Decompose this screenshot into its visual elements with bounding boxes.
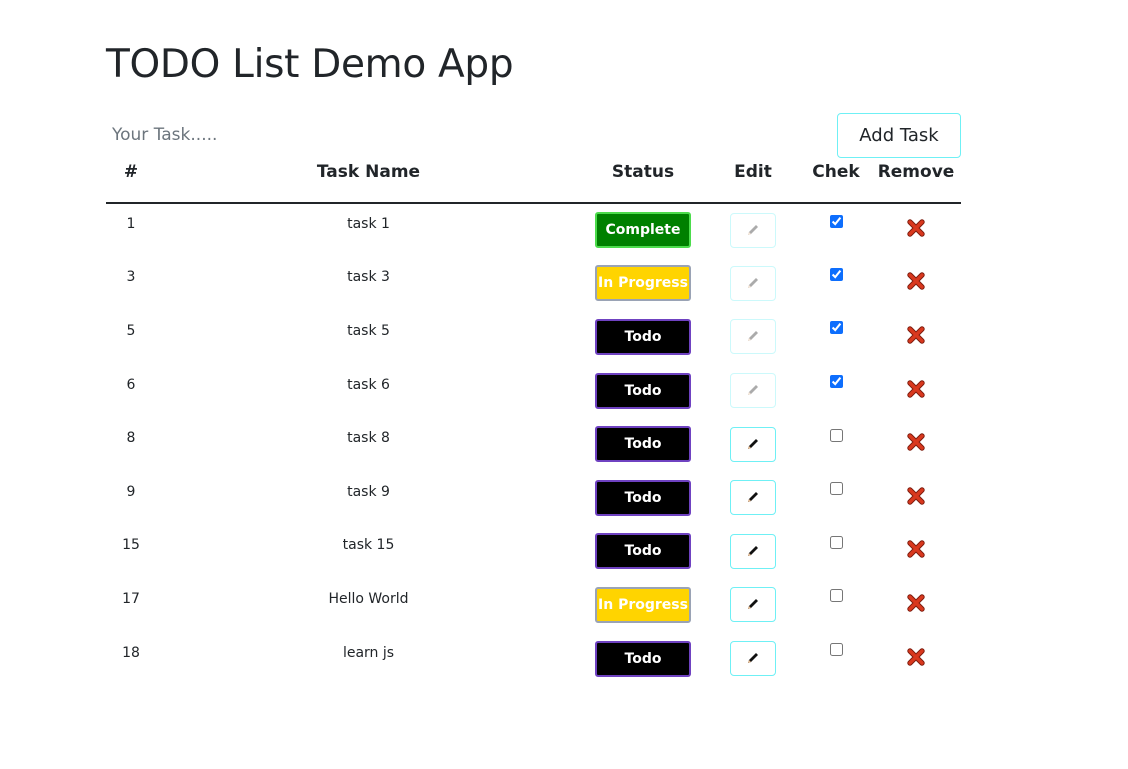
edit-button[interactable] bbox=[730, 265, 776, 301]
task-number: 3 bbox=[126, 269, 136, 286]
task-name: task 1 bbox=[347, 216, 390, 233]
pencil-icon bbox=[746, 543, 760, 559]
close-icon[interactable] bbox=[907, 487, 925, 505]
status-button[interactable]: Todo bbox=[595, 479, 691, 516]
pencil-icon bbox=[746, 436, 760, 452]
column-header-check: Chek bbox=[801, 150, 871, 204]
task-number: 8 bbox=[126, 430, 136, 447]
close-icon[interactable] bbox=[907, 647, 925, 666]
table-row: 3 task 3 In Progress bbox=[106, 257, 961, 311]
table-header-row: # Task Name Status Edit Chek Remove bbox=[106, 150, 961, 204]
pencil-icon bbox=[746, 489, 760, 505]
task-number: 1 bbox=[126, 216, 136, 233]
task-input[interactable] bbox=[106, 119, 526, 151]
task-list: 1 task 1 Complete 3 task 3 In Progress 5 task 5… bbox=[106, 203, 961, 685]
task-checkbox[interactable] bbox=[829, 589, 843, 603]
pencil-icon bbox=[746, 328, 760, 344]
table-row: 18 learn js Todo bbox=[106, 632, 961, 686]
edit-button[interactable] bbox=[730, 533, 776, 569]
edit-button[interactable] bbox=[730, 426, 776, 462]
page-title: TODO List Demo App bbox=[106, 42, 514, 87]
task-name: learn js bbox=[342, 644, 395, 661]
pencil-icon bbox=[746, 650, 760, 666]
status-button[interactable]: Todo bbox=[595, 640, 691, 677]
edit-button[interactable] bbox=[730, 641, 776, 677]
task-checkbox[interactable] bbox=[829, 375, 843, 389]
status-button[interactable]: In Progress bbox=[595, 586, 691, 623]
pencil-icon bbox=[746, 596, 760, 612]
column-header-task-name: Task Name bbox=[156, 150, 581, 204]
close-icon[interactable] bbox=[907, 326, 925, 344]
close-icon[interactable] bbox=[907, 219, 925, 237]
task-name: task 9 bbox=[347, 483, 390, 500]
task-checkbox[interactable] bbox=[829, 214, 843, 228]
task-checkbox[interactable] bbox=[829, 267, 843, 281]
status-button[interactable]: In Progress bbox=[595, 265, 691, 302]
pencil-icon bbox=[746, 222, 760, 238]
close-icon[interactable] bbox=[907, 540, 925, 559]
edit-button[interactable] bbox=[730, 587, 776, 623]
status-button[interactable]: Todo bbox=[595, 318, 691, 355]
column-header-remove: Remove bbox=[871, 150, 961, 204]
table-row: 8 task 8 Todo bbox=[106, 417, 961, 471]
status-button[interactable]: Todo bbox=[595, 372, 691, 409]
close-icon[interactable] bbox=[907, 433, 925, 451]
close-icon[interactable] bbox=[907, 272, 925, 291]
edit-button[interactable] bbox=[730, 319, 776, 355]
column-header-edit: Edit bbox=[705, 150, 801, 204]
pencil-icon bbox=[746, 275, 760, 291]
task-name: Hello World bbox=[328, 590, 409, 607]
task-number: 17 bbox=[122, 590, 140, 607]
status-button[interactable]: Todo bbox=[595, 533, 691, 570]
task-checkbox[interactable] bbox=[829, 482, 843, 496]
task-name: task 3 bbox=[347, 269, 390, 286]
task-checkbox[interactable] bbox=[829, 643, 843, 657]
task-checkbox[interactable] bbox=[829, 321, 843, 335]
column-header-number: # bbox=[106, 150, 156, 204]
task-checkbox[interactable] bbox=[829, 428, 843, 442]
edit-button[interactable] bbox=[730, 212, 776, 248]
task-checkbox[interactable] bbox=[829, 535, 843, 549]
edit-button[interactable] bbox=[730, 373, 776, 409]
table-row: 1 task 1 Complete bbox=[106, 203, 961, 257]
task-name: task 6 bbox=[347, 376, 390, 393]
status-button[interactable]: Complete bbox=[595, 212, 691, 249]
task-name: task 15 bbox=[342, 537, 395, 554]
edit-button[interactable] bbox=[730, 480, 776, 516]
table-row: 15 task 15 Todo bbox=[106, 525, 961, 579]
task-number: 15 bbox=[122, 537, 140, 554]
close-icon[interactable] bbox=[907, 379, 925, 398]
task-name: task 8 bbox=[347, 430, 390, 447]
task-number: 18 bbox=[122, 644, 140, 661]
task-number: 5 bbox=[126, 322, 136, 339]
table-row: 9 task 9 Todo bbox=[106, 471, 961, 525]
table-row: 6 task 6 Todo bbox=[106, 364, 961, 418]
close-icon[interactable] bbox=[907, 594, 925, 612]
task-number: 9 bbox=[126, 483, 136, 500]
task-table: # Task Name Status Edit Chek Remove 1 tas… bbox=[106, 150, 961, 685]
table-row: 17 Hello World In Progress bbox=[106, 578, 961, 632]
task-number: 6 bbox=[126, 376, 136, 393]
pencil-icon bbox=[746, 382, 760, 398]
status-button[interactable]: Todo bbox=[595, 426, 691, 463]
table-row: 5 task 5 Todo bbox=[106, 310, 961, 364]
column-header-status: Status bbox=[581, 150, 705, 204]
task-name: task 5 bbox=[347, 322, 390, 339]
